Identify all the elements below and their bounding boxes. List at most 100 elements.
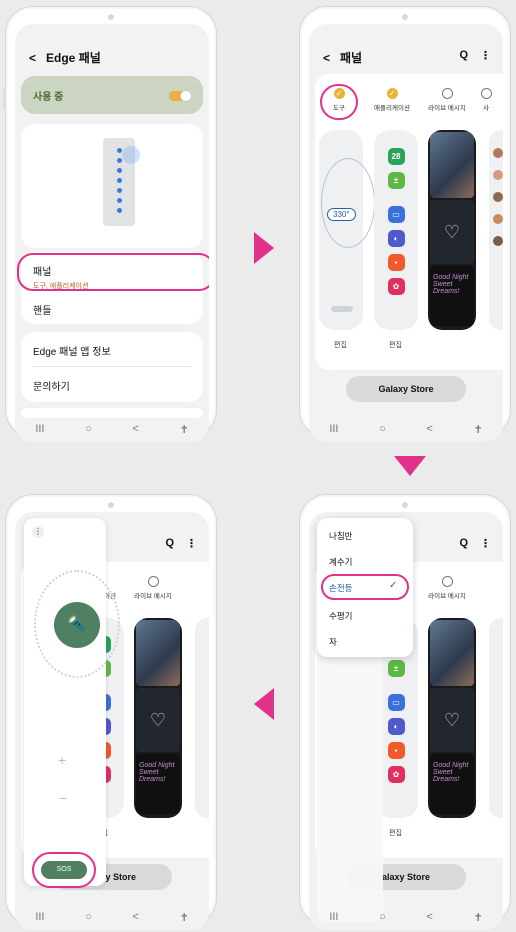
back-icon[interactable]: < [29,51,36,65]
edit-apps-link[interactable]: 편집 [389,340,402,350]
flashlight-highlight[interactable] [321,574,409,600]
edit-apps-link[interactable]: 편집 [389,828,402,838]
search-icon[interactable]: Q [459,537,468,550]
back-nav-icon[interactable]: < [132,911,138,923]
internet-icon: ◐ [387,230,405,247]
live-message-panel[interactable]: ♡ Good Night Sweet Dreams! [428,618,476,818]
camera-dot [402,14,408,20]
galaxy-store-button[interactable]: Galaxy Store [346,376,466,402]
panel-item[interactable]: 패널 도구, 애플리케이션 [33,263,88,291]
tool-select-menu: 나침반 계수기 손전등 ✓ 수평기 자 [317,518,413,657]
nav-bar: III ○ < ✝ [15,904,209,930]
tab-apps[interactable]: ✓애플리케이션 [369,88,415,112]
header-actions: Q ⋮ [459,537,491,550]
home-icon[interactable]: ○ [85,911,92,923]
screen-panels: < 패널 Q ⋮ ✓ 도구 ✓ 애플리케이션 라이브 메시지 사 330° 28 ±… [309,24,503,442]
photo-thumb [430,620,474,686]
back-nav-icon[interactable]: < [132,423,138,435]
back-nav-icon[interactable]: < [426,423,432,435]
handle-item[interactable]: 핸들 [33,302,51,317]
gallery-icon: ✿ [387,278,405,295]
heart-drawing-thumb: ♡ [430,200,474,264]
heart-drawing-thumb: ♡ [136,688,180,752]
accessibility-icon[interactable]: ✝ [473,423,482,436]
menu-item-ruler[interactable]: 자 [329,636,337,648]
unchecked-icon [480,88,492,99]
screen-flashlight: Q ⋮ ✓애플리케이션 라이브 메시지 28 ± ▭ ◐ ▪ ✿ ♡ Good … [15,512,209,930]
preview-dots [117,148,122,213]
panel-label: 패널 [33,267,52,278]
menu-item-compass[interactable]: 나침반 [329,530,352,542]
sos-highlight[interactable] [32,852,96,888]
apps-panel[interactable]: 28 ± ▭ ◐ ▪ ✿ [374,130,418,330]
tab-live-message[interactable]: 라이브 메시지 [131,576,175,600]
toggle-label: 사용 중 [33,92,64,103]
flashlight-toggle-button[interactable]: 🔦 [54,602,100,648]
recent-apps-icon[interactable]: III [35,423,44,435]
edit-tools-link[interactable]: 편집 [334,340,347,350]
tools-panel[interactable]: 330° [319,130,375,330]
tab-people[interactable]: 사 [479,88,493,112]
internet-icon: ◐ [387,718,405,735]
people-panel[interactable] [489,130,503,330]
back-nav-icon[interactable]: < [426,911,432,923]
arrow-right-icon [254,232,274,264]
menu-item-level[interactable]: 수평기 [329,610,352,622]
accessibility-icon[interactable]: ✝ [179,911,188,924]
photo-thumb [136,620,180,686]
more-options-icon[interactable]: ⋮ [480,49,491,62]
home-icon[interactable]: ○ [379,423,386,435]
people-panel[interactable] [489,618,503,818]
contact-item[interactable]: 문의하기 [33,378,70,393]
more-options-icon[interactable]: ⋮ [186,537,197,550]
page-title: Edge 패널 [46,51,101,65]
edge-preview-card [21,124,203,248]
master-toggle-row[interactable]: 사용 중 [21,76,203,114]
screen-tool-menu: Q ⋮ ✓애플리케이션 라이브 메시지 28 ± ▭ ◐ ▪ ✿ ♡ Good … [309,512,503,930]
tools-highlight[interactable] [320,84,358,120]
master-toggle[interactable] [169,90,192,102]
recent-apps-icon[interactable]: III [329,911,338,923]
nav-bar: III ○ < ✝ [309,416,503,442]
recent-apps-icon[interactable]: III [35,911,44,923]
phone-frame-2: < 패널 Q ⋮ ✓ 도구 ✓ 애플리케이션 라이브 메시지 사 330° 28 ±… [299,6,511,442]
menu-item-counter[interactable]: 계수기 [329,556,352,568]
panel-handle-bar [331,306,353,312]
more-options-icon[interactable]: ⋮ [480,537,491,550]
live-message-panel[interactable]: ♡ Good Night Sweet Dreams! [134,618,182,818]
unchecked-icon [441,88,453,99]
accessibility-icon[interactable]: ✝ [473,911,482,924]
header: < 패널 [323,49,362,66]
brightness-plus-icon[interactable]: + [58,752,66,768]
back-icon[interactable]: < [323,51,330,65]
accessibility-icon[interactable]: ✝ [179,423,188,436]
search-icon[interactable]: Q [459,49,468,62]
messages-icon: ▭ [387,206,405,223]
info-item[interactable]: Edge 패널 앱 정보 [33,343,111,358]
people-panel[interactable] [195,618,209,818]
home-icon[interactable]: ○ [85,423,92,435]
home-icon[interactable]: ○ [379,911,386,923]
handle-glow [122,146,140,164]
live-message-panel[interactable]: ♡ Good Night Sweet Dreams! [428,130,476,330]
calendar-icon: 28 [387,148,405,165]
settings-list-card: 패널 도구, 애플리케이션 핸들 [17,252,209,324]
tab-live-message[interactable]: 라이브 메시지 [425,88,469,112]
search-icon[interactable]: Q [165,537,174,550]
heart-drawing-thumb: ♡ [430,688,474,752]
nav-bar: III ○ < ✝ [15,416,209,442]
preview-phone [103,138,140,226]
good-night-thumb: Good Night Sweet Dreams! [136,754,180,814]
nav-bar: III ○ < ✝ [309,904,503,930]
brightness-minus-icon[interactable]: − [59,790,67,806]
recent-apps-icon[interactable]: III [329,423,338,435]
phone-frame-4: Q ⋮ ✓애플리케이션 라이브 메시지 28 ± ▭ ◐ ▪ ✿ ♡ Good … [5,494,217,930]
header-actions: Q ⋮ [459,49,491,62]
gallery-icon: ✿ [387,766,405,783]
tab-live-message[interactable]: 라이브 메시지 [425,576,469,600]
more-options-icon[interactable]: ⋮ [32,526,44,538]
unchecked-icon [147,576,159,587]
camera-dot [108,14,114,20]
screen-edge-panel-settings: < Edge 패널 사용 중 패널 도구, 애플리케이션 핸들 Edge 패널 [15,24,209,442]
info-card: Edge 패널 앱 정보 문의하기 [21,332,203,402]
